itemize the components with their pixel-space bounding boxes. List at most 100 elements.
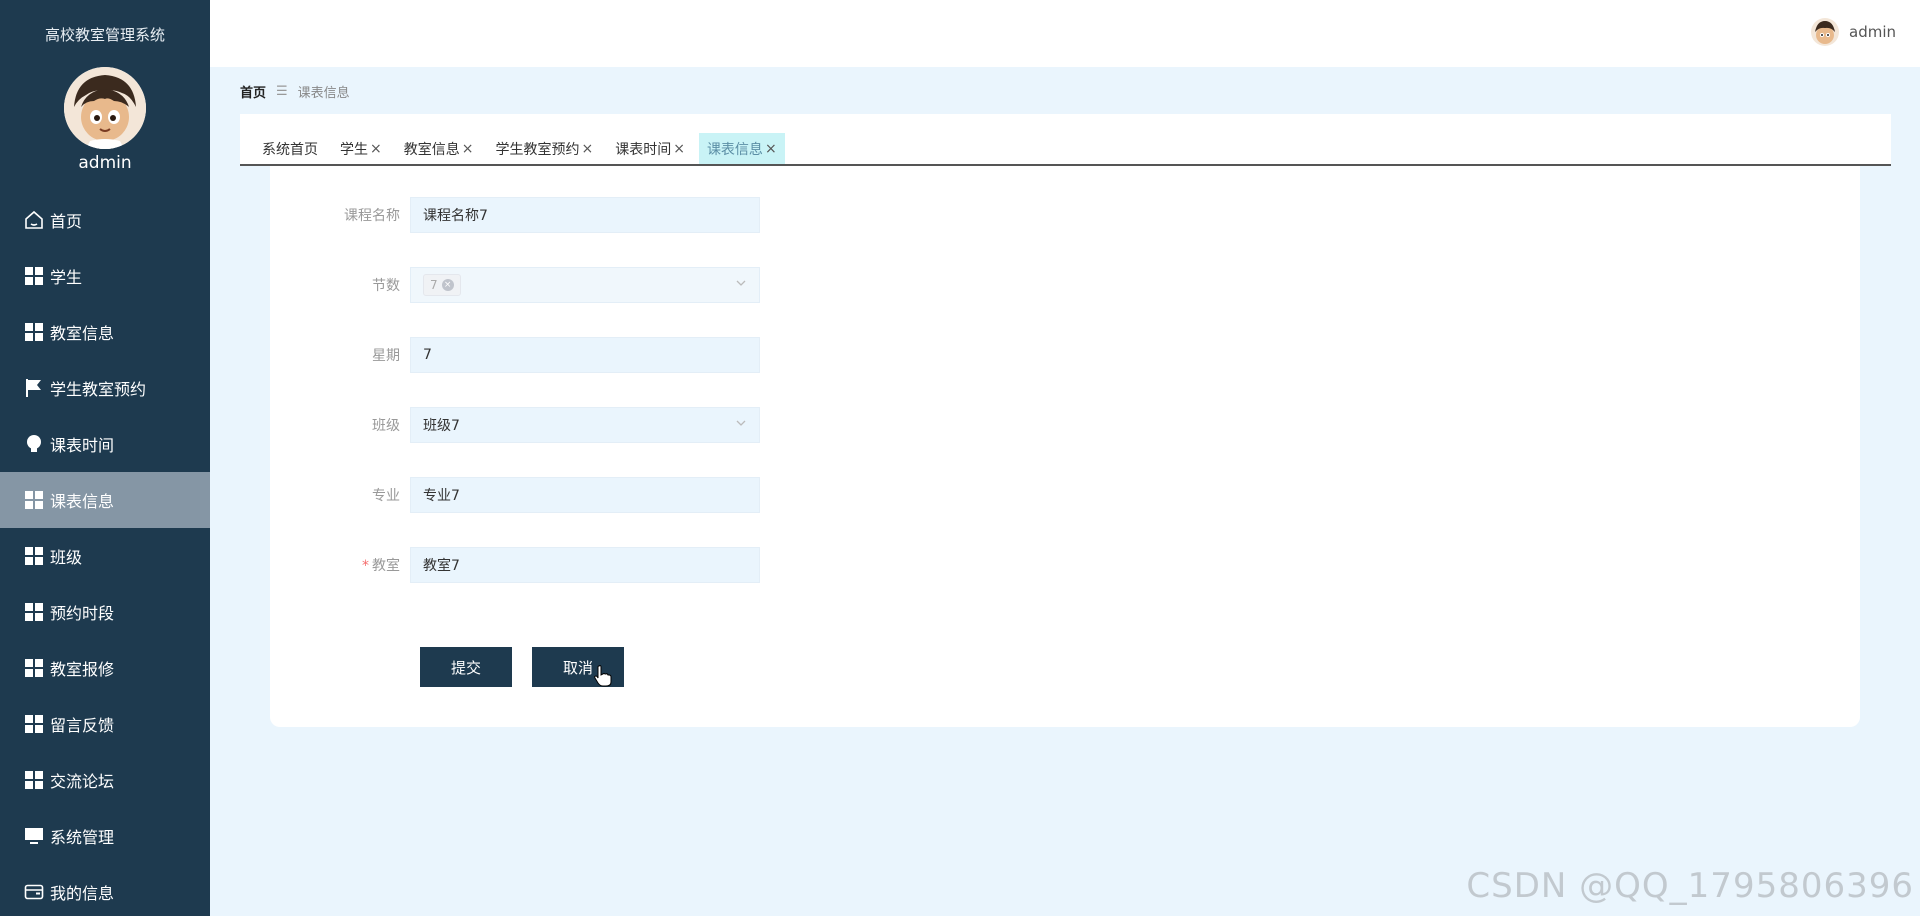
- section-count-value: 7: [430, 278, 438, 292]
- class-select[interactable]: 班级7: [410, 407, 760, 443]
- sidebar-username: admin: [78, 153, 132, 173]
- sidebar-item-label: 学生教室预约: [50, 380, 147, 399]
- sidebar-item-system[interactable]: 系统管理: [0, 808, 210, 864]
- close-icon[interactable]: ×: [441, 279, 454, 291]
- classroom-label: * 教室: [270, 555, 410, 575]
- chevron-down-icon: [735, 277, 747, 292]
- form-row-course-name: 课程名称 课程名称7: [270, 196, 1070, 234]
- watermark: CSDN @QQ_1795806396: [1466, 866, 1914, 906]
- grid-icon: [24, 266, 44, 286]
- breadcrumb-home[interactable]: 首页: [240, 82, 266, 101]
- tab-students[interactable]: 学生 ×: [332, 133, 390, 164]
- sidebar-item-label: 教室信息: [50, 324, 115, 343]
- wallet-icon: [24, 882, 44, 902]
- tab-classroom-info[interactable]: 教室信息 ×: [396, 133, 482, 164]
- sidebar-item-home[interactable]: 首页: [0, 192, 210, 248]
- form-row-section-count: 节数 7 ×: [270, 266, 1070, 304]
- section-count-label: 节数: [372, 278, 400, 294]
- grid-icon: [24, 714, 44, 734]
- system-title: 高校教室管理系统: [44, 26, 165, 44]
- sidebar-item-label: 教室报修: [50, 660, 115, 679]
- sidebar-item-label: 课表信息: [50, 492, 115, 511]
- sidebar-item-label: 我的信息: [50, 884, 115, 903]
- monitor-icon: [24, 826, 44, 846]
- section-count-tag: 7 ×: [423, 274, 461, 296]
- tab-label: 系统首页: [262, 141, 318, 158]
- sidebar-item-reservation[interactable]: 学生教室预约: [0, 360, 210, 416]
- form-row-major: 专业 专业7: [270, 476, 1070, 514]
- grid-icon: [24, 546, 44, 566]
- sidebar-item-students[interactable]: 学生: [0, 248, 210, 304]
- close-icon[interactable]: ×: [673, 141, 685, 157]
- sidebar-menu: 首页 学生 教室信息 学生教室预约 课表时间 课表信息 班级 预约时段 教室报修…: [0, 192, 210, 916]
- sidebar-item-my-info[interactable]: 我的信息: [0, 864, 210, 916]
- grid-icon: [24, 770, 44, 790]
- class-label: 班级: [372, 418, 400, 434]
- course-name-input[interactable]: 课程名称7: [410, 197, 760, 233]
- hand-cursor-icon: [594, 665, 612, 691]
- sidebar-item-label: 留言反馈: [50, 716, 115, 735]
- form-row-weekday: 星期 7: [270, 336, 1070, 374]
- sidebar-item-feedback[interactable]: 留言反馈: [0, 696, 210, 752]
- major-value: 专业7: [423, 488, 460, 504]
- tab-bar: 系统首页 学生 × 教室信息 × 学生教室预约 × 课表时间 × 课表信息 ×: [240, 114, 1891, 166]
- classroom-value: 教室7: [423, 558, 460, 574]
- sidebar-item-label: 预约时段: [50, 604, 115, 623]
- grid-icon: [24, 658, 44, 678]
- weekday-input[interactable]: 7: [410, 337, 760, 373]
- course-name-label: 课程名称: [344, 208, 400, 224]
- tab-schedule-time[interactable]: 课表时间 ×: [607, 133, 693, 164]
- major-input[interactable]: 专业7: [410, 477, 760, 513]
- weekday-value: 7: [423, 347, 432, 363]
- form-row-class: 班级 班级7: [270, 406, 1070, 444]
- home-icon: [24, 210, 44, 230]
- sidebar-item-repairs[interactable]: 教室报修: [0, 640, 210, 696]
- weekday-label: 星期: [372, 348, 400, 364]
- bulb-icon: [24, 434, 44, 454]
- close-icon[interactable]: ×: [370, 141, 382, 157]
- grid-icon: [24, 322, 44, 342]
- sidebar-item-label: 班级: [50, 548, 83, 567]
- sidebar-item-time-slots[interactable]: 预约时段: [0, 584, 210, 640]
- tab-schedule-info[interactable]: 课表信息 ×: [698, 133, 785, 164]
- section-count-select[interactable]: 7 ×: [410, 267, 760, 303]
- sidebar-item-class[interactable]: 班级: [0, 528, 210, 584]
- sidebar: 高校教室管理系统 admin 首页 学生 教室信息 学生教室预约 课表时间 课表…: [0, 0, 210, 916]
- breadcrumb-current: 课表信息: [297, 86, 350, 101]
- sidebar-item-label: 学生: [50, 268, 83, 287]
- flag-icon: [24, 378, 44, 398]
- close-icon[interactable]: ×: [765, 141, 777, 157]
- close-icon[interactable]: ×: [581, 141, 593, 157]
- tab-label: 教室信息: [403, 141, 460, 158]
- sidebar-item-label: 课表时间: [50, 436, 115, 455]
- sidebar-item-forum[interactable]: 交流论坛: [0, 752, 210, 808]
- top-bar: admin: [210, 0, 1920, 67]
- required-marker: *: [362, 558, 369, 574]
- sidebar-item-label: 交流论坛: [50, 772, 115, 791]
- sidebar-item-label: 首页: [50, 212, 83, 231]
- tab-label: 学生教室预约: [495, 141, 580, 158]
- avatar: [1811, 18, 1839, 46]
- form-row-classroom: * 教室 教室7: [270, 546, 1070, 584]
- submit-button[interactable]: 提交: [420, 647, 512, 687]
- tab-home[interactable]: 系统首页: [254, 133, 326, 164]
- breadcrumb: 首页 ☰ 课表信息: [240, 82, 350, 101]
- sidebar-item-schedule-time[interactable]: 课表时间: [0, 416, 210, 472]
- sidebar-item-classroom-info[interactable]: 教室信息: [0, 304, 210, 360]
- close-icon[interactable]: ×: [462, 141, 474, 157]
- header-username: admin: [1849, 23, 1896, 41]
- breadcrumb-separator: ☰: [276, 84, 288, 99]
- grid-icon: [24, 602, 44, 622]
- sidebar-item-schedule-info[interactable]: 课表信息: [0, 472, 210, 528]
- chevron-down-icon: [735, 417, 747, 432]
- classroom-label-text: 教室: [372, 558, 400, 574]
- form-card: 课程名称 课程名称7 节数 7 × 星期 7 班级 班级7 专业 专业7 * 教…: [270, 166, 1860, 727]
- tab-reservation[interactable]: 学生教室预约 ×: [487, 133, 601, 164]
- tab-label: 学生: [340, 141, 368, 158]
- major-label: 专业: [372, 488, 400, 504]
- classroom-input[interactable]: 教室7: [410, 547, 760, 583]
- sidebar-item-label: 系统管理: [50, 828, 115, 847]
- user-menu[interactable]: admin: [1811, 18, 1896, 46]
- avatar[interactable]: [64, 67, 146, 149]
- tab-label: 课表信息: [706, 141, 763, 158]
